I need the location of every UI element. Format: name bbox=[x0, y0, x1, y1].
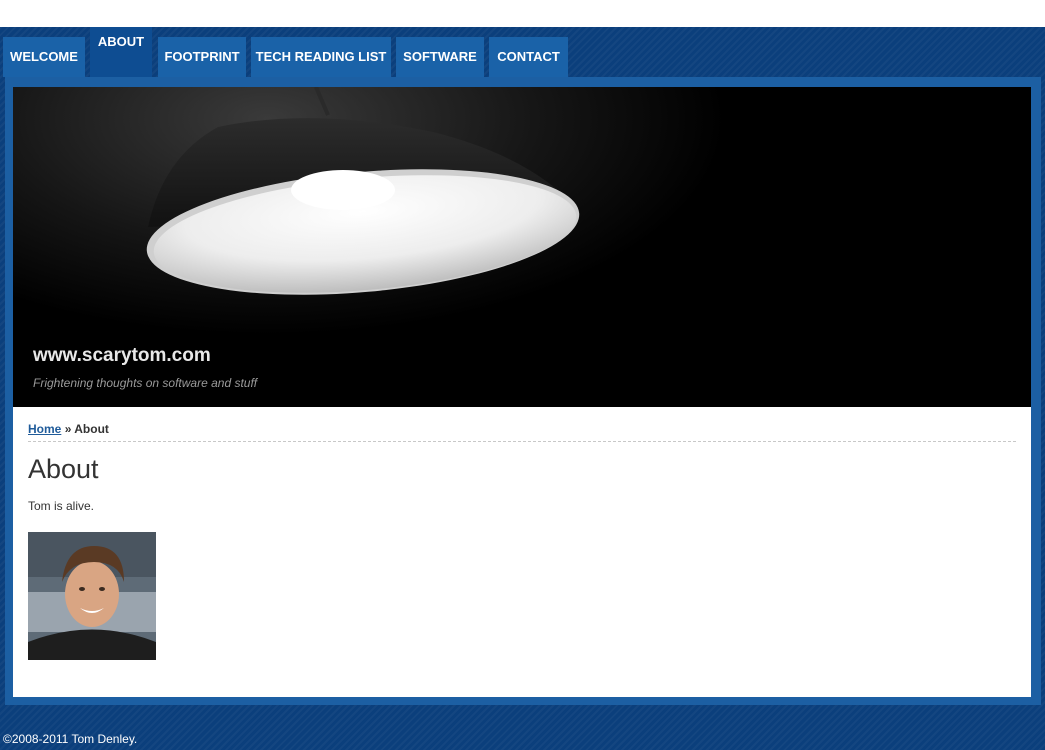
header-banner: www.scarytom.com Frightening thoughts on… bbox=[13, 87, 1031, 407]
about-text: Tom is alive. bbox=[28, 499, 95, 513]
main-content: Home » About About Tom is alive. bbox=[13, 407, 1031, 697]
page-title: About bbox=[28, 454, 99, 484]
nav-tab-software[interactable]: SOFTWARE bbox=[396, 37, 484, 77]
footer-copyright: ©2008-2011 Tom Denley. bbox=[3, 732, 138, 746]
nav-tab-contact[interactable]: CONTACT bbox=[489, 37, 568, 77]
breadcrumb-current: About bbox=[74, 422, 109, 436]
nav-tab-about[interactable]: ABOUT bbox=[90, 27, 152, 77]
top-strip bbox=[0, 0, 1045, 27]
page-background: WELCOME ABOUT FOOTPRINT TECH READING LIS… bbox=[0, 27, 1045, 750]
nav-tab-welcome[interactable]: WELCOME bbox=[3, 37, 85, 77]
breadcrumb-separator: » bbox=[64, 422, 72, 436]
site-tagline: Frightening thoughts on software and stu… bbox=[33, 376, 258, 390]
nav-tab-footprint[interactable]: FOOTPRINT bbox=[158, 37, 246, 77]
content-frame: www.scarytom.com Frightening thoughts on… bbox=[5, 77, 1041, 705]
breadcrumb-home-link[interactable]: Home bbox=[28, 422, 61, 436]
breadcrumb: Home » About bbox=[28, 422, 1016, 442]
site-title[interactable]: www.scarytom.com bbox=[33, 345, 211, 367]
nav-tab-tech-reading-list[interactable]: TECH READING LIST bbox=[251, 37, 391, 77]
profile-photo bbox=[28, 532, 156, 660]
